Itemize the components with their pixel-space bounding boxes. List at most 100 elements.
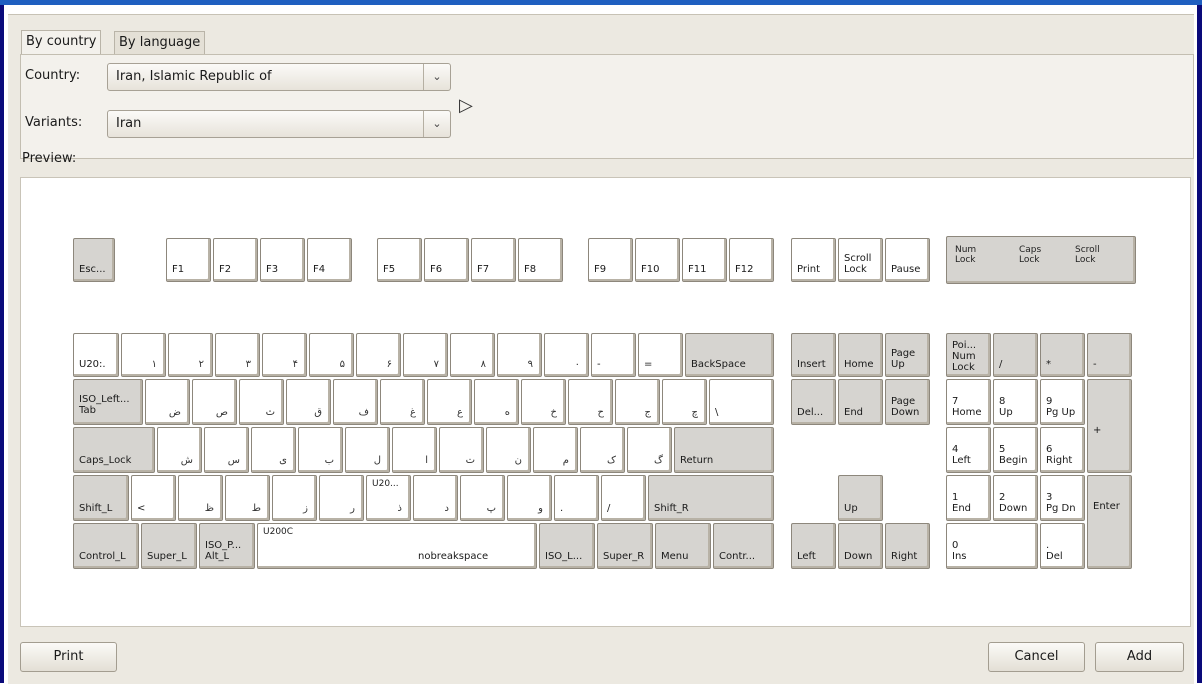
- key-row4-9: و: [507, 475, 552, 521]
- key-kp-2: 2 Down: [993, 475, 1038, 521]
- key-row2-13: \: [709, 379, 774, 425]
- key-row4-3: ط: [225, 475, 270, 521]
- window-left-border: [0, 5, 4, 683]
- keyboard-preview: Esc... F1 F2 F3 F4 F5 F6 F7 F8 F9 F10 F1…: [20, 177, 1191, 627]
- key-row3-7: ت: [439, 427, 484, 473]
- key-kp-7: 7 Home: [946, 379, 991, 425]
- key-caps-lock: Caps_Lock: [73, 427, 155, 473]
- key-row3-1: ش: [157, 427, 202, 473]
- key-kp-multiply: *: [1040, 333, 1085, 377]
- window-top-border: [0, 0, 1202, 5]
- key-kp-9: 9 Pg Up: [1040, 379, 1085, 425]
- key-row2-1: ض: [145, 379, 190, 425]
- variants-label: Variants:: [25, 115, 83, 130]
- country-combobox[interactable]: Iran, Islamic Republic of ⌄: [107, 63, 451, 91]
- key-row2-4: ق: [286, 379, 331, 425]
- key-row3-4: ب: [298, 427, 343, 473]
- key-kp-6: 6 Right: [1040, 427, 1085, 473]
- key-esc: Esc...: [73, 238, 115, 282]
- key-left: Left: [791, 523, 836, 569]
- key-row4-4: ز: [272, 475, 317, 521]
- key-control-right: Contr...: [713, 523, 774, 569]
- key-shift-left: Shift_L: [73, 475, 129, 521]
- key-return: Return: [674, 427, 774, 473]
- key-f4: F4: [307, 238, 352, 282]
- key-row1-10: ۹: [497, 333, 542, 377]
- key-row1-3: ۲: [168, 333, 213, 377]
- tab-by-country[interactable]: By country: [21, 30, 102, 55]
- key-alt-left: ISO_P... Alt_L: [199, 523, 255, 569]
- mouse-pointer-icon: ▷: [459, 95, 473, 116]
- key-delete: Del...: [791, 379, 836, 425]
- key-row1-11: ۰: [544, 333, 589, 377]
- key-pause: Pause: [885, 238, 930, 282]
- key-row2-7: ع: [427, 379, 472, 425]
- key-row4-1: <: [131, 475, 176, 521]
- variants-value: Iran: [116, 116, 142, 131]
- key-row2-2: ص: [192, 379, 237, 425]
- key-f3: F3: [260, 238, 305, 282]
- key-row1-9: ۸: [450, 333, 495, 377]
- scroll-lock-indicator: Scroll Lock: [1075, 245, 1100, 265]
- key-num-lock: Poi... Num Lock: [946, 333, 991, 377]
- key-scroll-lock: Scroll Lock: [838, 238, 883, 282]
- key-kp-8: 8 Up: [993, 379, 1038, 425]
- key-shift-right: Shift_R: [648, 475, 774, 521]
- add-button[interactable]: Add: [1095, 642, 1184, 672]
- key-row1-2: ۱: [121, 333, 166, 377]
- key-space: U200C nobreakspace: [257, 523, 537, 569]
- country-label: Country:: [25, 68, 81, 83]
- key-kp-decimal: . Del: [1040, 523, 1085, 569]
- key-row4-8: پ: [460, 475, 505, 521]
- key-row2-3: ث: [239, 379, 284, 425]
- key-row1-12: -: [591, 333, 636, 377]
- variants-combobox[interactable]: Iran ⌄: [107, 110, 451, 138]
- key-row3-2: س: [204, 427, 249, 473]
- key-backspace: BackSpace: [685, 333, 774, 377]
- key-insert: Insert: [791, 333, 836, 377]
- key-f6: F6: [424, 238, 469, 282]
- key-row1-1: U20:.: [73, 333, 119, 377]
- key-kp-4: 4 Left: [946, 427, 991, 473]
- key-row2-5: ف: [333, 379, 378, 425]
- key-right: Right: [885, 523, 930, 569]
- key-row1-7: ۶: [356, 333, 401, 377]
- key-iso-level3: ISO_L...: [539, 523, 595, 569]
- key-page-up: Page Up: [885, 333, 930, 377]
- key-kp-divide: /: [993, 333, 1038, 377]
- key-row2-8: ه: [474, 379, 519, 425]
- key-row3-9: م: [533, 427, 578, 473]
- key-kp-add: +: [1087, 379, 1132, 473]
- key-kp-5: 5 Begin: [993, 427, 1038, 473]
- key-row3-11: گ: [627, 427, 672, 473]
- print-button[interactable]: Print: [20, 642, 117, 672]
- key-kp-0: 0 Ins: [946, 523, 1038, 569]
- key-row2-10: ح: [568, 379, 613, 425]
- key-up: Up: [838, 475, 883, 521]
- keyboard-layout-dialog: By country By language Country: Iran, Is…: [8, 14, 1194, 684]
- key-super-left: Super_L: [141, 523, 197, 569]
- key-tab: ISO_Left... Tab: [73, 379, 143, 425]
- key-kp-1: 1 End: [946, 475, 991, 521]
- country-value: Iran, Islamic Republic of: [116, 69, 272, 84]
- key-row3-8: ن: [486, 427, 531, 473]
- tab-by-language[interactable]: By language: [114, 31, 206, 54]
- tab-panel: Country: Iran, Islamic Republic of ⌄ Var…: [20, 54, 1194, 159]
- tab-by-country-label: By country: [26, 34, 97, 49]
- key-kp-enter: Enter: [1087, 475, 1132, 569]
- key-home: Home: [838, 333, 883, 377]
- key-f7: F7: [471, 238, 516, 282]
- key-print: Print: [791, 238, 836, 282]
- key-row3-5: ل: [345, 427, 390, 473]
- lock-indicators: Num Lock Caps Lock Scroll Lock: [946, 236, 1136, 284]
- key-f1: F1: [166, 238, 211, 282]
- key-down: Down: [838, 523, 883, 569]
- key-row3-6: ا: [392, 427, 437, 473]
- key-f11: F11: [682, 238, 727, 282]
- key-row1-13: =: [638, 333, 683, 377]
- key-end: End: [838, 379, 883, 425]
- key-control-left: Control_L: [73, 523, 139, 569]
- key-f2: F2: [213, 238, 258, 282]
- cancel-button[interactable]: Cancel: [988, 642, 1085, 672]
- key-row2-9: خ: [521, 379, 566, 425]
